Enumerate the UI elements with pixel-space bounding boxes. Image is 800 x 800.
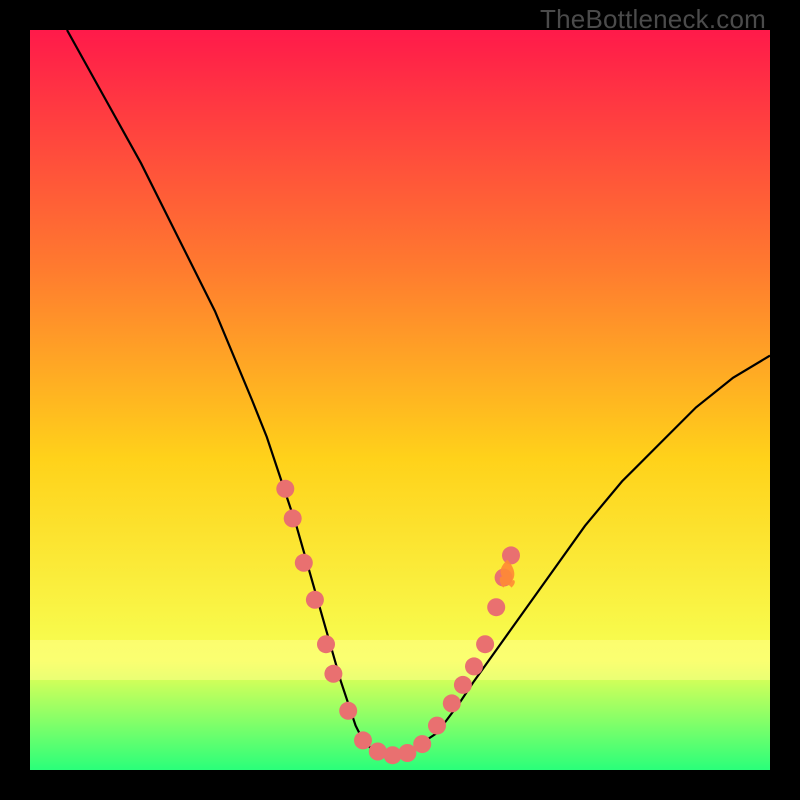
marker-dot [502, 546, 520, 564]
marker-dot [306, 591, 324, 609]
marker-dot [354, 731, 372, 749]
watermark-text: TheBottleneck.com [540, 4, 766, 35]
marker-dot [487, 598, 505, 616]
marker-dot [317, 635, 335, 653]
marker-dot [413, 735, 431, 753]
marker-dot [324, 665, 342, 683]
marker-dot [284, 509, 302, 527]
marker-dot [428, 717, 446, 735]
chart-frame [30, 30, 770, 770]
glow-band [30, 640, 770, 680]
marker-dot [339, 702, 357, 720]
marker-dot [443, 694, 461, 712]
marker-dot [465, 657, 483, 675]
marker-dot [454, 676, 472, 694]
marker-dot [276, 480, 294, 498]
bottleneck-chart [30, 30, 770, 770]
marker-dot [295, 554, 313, 572]
marker-dot [476, 635, 494, 653]
